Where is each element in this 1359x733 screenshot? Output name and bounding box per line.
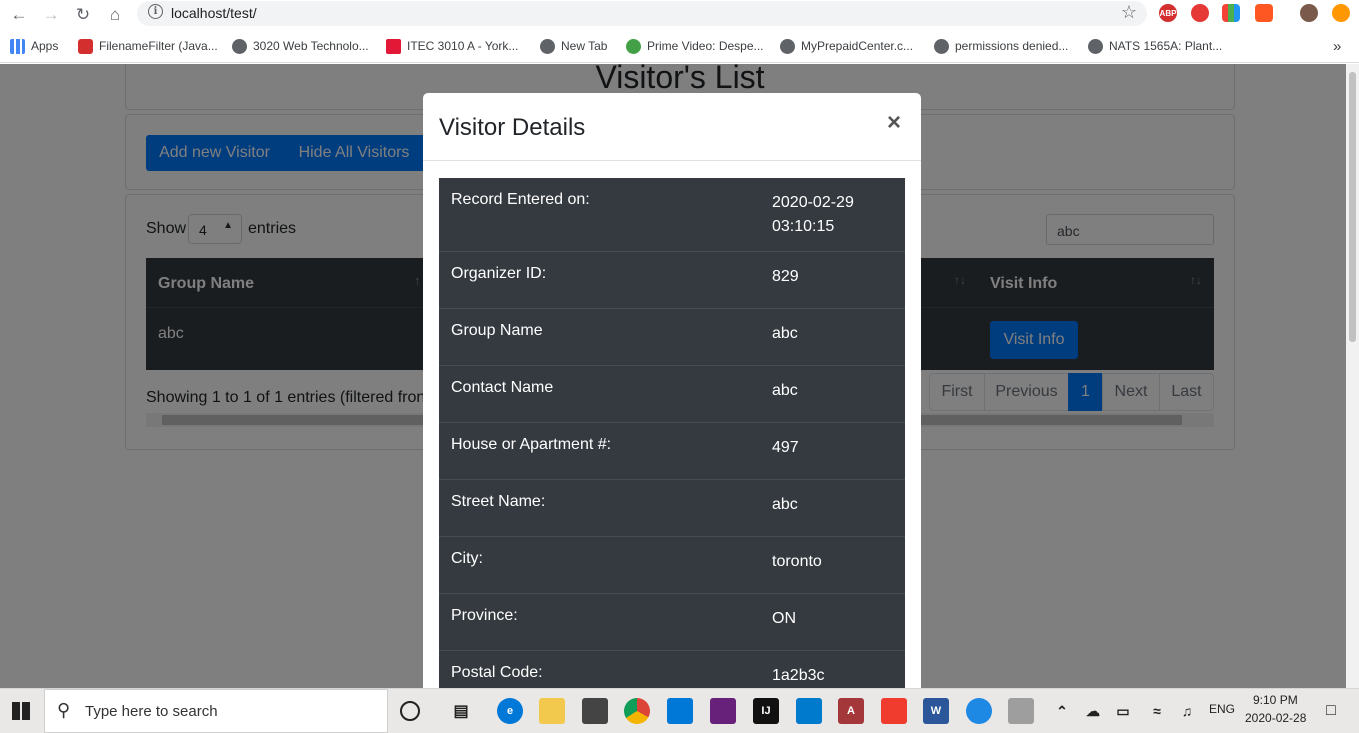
task-view-icon[interactable]: ▤ <box>448 698 474 724</box>
info-icon[interactable]: i <box>148 4 163 19</box>
profile-avatar[interactable] <box>1300 4 1318 22</box>
word-icon[interactable]: W <box>923 698 949 724</box>
onedrive-icon[interactable]: ☁ <box>1080 698 1106 724</box>
mail-icon[interactable] <box>667 698 693 724</box>
search-icon: ⚲ <box>57 700 71 720</box>
globe-icon <box>780 38 795 54</box>
notifications-icon[interactable]: □ <box>1318 698 1344 724</box>
clock-time[interactable]: 9:10 PM <box>1253 693 1298 707</box>
detail-label: Group Name <box>451 322 543 339</box>
edge-icon[interactable]: e <box>497 698 523 724</box>
detail-label: House or Apartment #: <box>451 436 612 453</box>
globe-icon <box>540 38 555 54</box>
detail-value: toronto <box>772 553 822 570</box>
close-icon[interactable]: × <box>887 109 901 137</box>
forward-icon[interactable]: → <box>40 4 62 26</box>
windows-start-icon[interactable] <box>12 702 30 720</box>
bookmark-item[interactable]: Prime Video: Despe... <box>626 36 764 56</box>
detail-label: Contact Name <box>451 379 554 396</box>
detail-row: Record Entered on: 2020-02-29 03:10:15 <box>439 178 905 251</box>
globe-icon <box>232 38 247 54</box>
palette-extension-icon[interactable] <box>1222 4 1240 22</box>
access-icon[interactable]: A <box>838 698 864 724</box>
address-bar[interactable]: i localhost/test/ ☆ <box>137 1 1147 26</box>
detail-label: Record Entered on: <box>451 191 590 208</box>
zotero-extension-icon[interactable] <box>1255 4 1273 22</box>
detail-row: House or Apartment #: 497 <box>439 422 905 479</box>
vertical-scrollbar[interactable] <box>1346 64 1359 688</box>
detail-label: City: <box>451 550 483 567</box>
browser-toolbar: ← → ↻ ⌂ i localhost/test/ ☆ ABP <box>0 0 1359 29</box>
detail-value: abc <box>772 382 798 399</box>
volume-icon[interactable]: ♫ <box>1174 698 1200 724</box>
bookmark-item[interactable]: New Tab <box>540 36 607 56</box>
chevron-up-icon[interactable]: ⌃ <box>1049 698 1075 724</box>
detail-value: 829 <box>772 268 799 285</box>
play-icon <box>626 38 641 54</box>
detail-label: Postal Code: <box>451 664 543 681</box>
vscode-icon[interactable] <box>796 698 822 724</box>
url-text[interactable]: localhost/test/ <box>171 5 257 21</box>
bookmark-item[interactable]: ITEC 3010 A - York... <box>386 36 518 56</box>
detail-value: abc <box>772 496 798 513</box>
globe-icon <box>1088 38 1103 54</box>
bookmark-star-icon[interactable]: ☆ <box>1121 2 1137 23</box>
update-icon[interactable] <box>1332 4 1350 22</box>
detail-value: ON <box>772 610 796 627</box>
back-icon[interactable]: ← <box>8 4 30 26</box>
bookmarks-bar: Apps FilenameFilter (Java... 3020 Web Te… <box>0 29 1359 63</box>
detail-row: Province: ON <box>439 593 905 650</box>
detail-row: Organizer ID: 829 <box>439 251 905 308</box>
shield-extension-icon[interactable] <box>1191 4 1209 22</box>
language-indicator[interactable]: ENG <box>1209 702 1235 716</box>
detail-value: 2020-02-29 03:10:15 <box>772 194 854 235</box>
detail-label: Province: <box>451 607 518 624</box>
bookmark-item[interactable]: permissions denied... <box>934 36 1068 56</box>
paint-icon[interactable] <box>1008 698 1034 724</box>
git-icon[interactable] <box>881 698 907 724</box>
york-u-icon <box>386 38 401 54</box>
chrome-icon[interactable] <box>624 698 650 724</box>
bookmark-item[interactable]: MyPrepaidCenter.c... <box>780 36 913 56</box>
globe-icon <box>934 38 949 54</box>
visitor-details-modal: Visitor Details × Record Entered on: 2020… <box>423 93 921 688</box>
apps-grid-icon <box>10 38 25 54</box>
app-icon[interactable] <box>966 698 992 724</box>
intellij-icon[interactable]: IJ <box>753 698 779 724</box>
clock-date[interactable]: 2020-02-28 <box>1245 711 1306 725</box>
store-icon[interactable] <box>582 698 608 724</box>
detail-value: 1a2b3c <box>772 667 825 684</box>
detail-label: Street Name: <box>451 493 546 510</box>
detail-row: Postal Code: 1a2b3c <box>439 650 905 688</box>
detail-value: abc <box>772 325 798 342</box>
visual-studio-icon[interactable] <box>710 698 736 724</box>
modal-title: Visitor Details <box>439 114 586 141</box>
bookmark-item[interactable]: FilenameFilter (Java... <box>78 36 218 56</box>
home-icon[interactable]: ⌂ <box>104 4 126 26</box>
detail-row: Group Name abc <box>439 308 905 365</box>
detail-row: City: toronto <box>439 536 905 593</box>
reload-icon[interactable]: ↻ <box>72 4 94 26</box>
more-bookmarks-icon[interactable]: » <box>1333 36 1341 56</box>
detail-row: Contact Name abc <box>439 365 905 422</box>
bookmark-item[interactable]: NATS 1565A: Plant... <box>1088 36 1222 56</box>
bookmark-item[interactable]: 3020 Web Technolo... <box>232 36 369 56</box>
file-explorer-icon[interactable] <box>539 698 565 724</box>
adblock-extension-icon[interactable]: ABP <box>1159 4 1177 22</box>
detail-row: Street Name: abc <box>439 479 905 536</box>
oracle-icon <box>78 38 93 54</box>
windows-taskbar: ⚲ Type here to search ▤ e IJ A W ⌃ ☁ ▭ ≈… <box>0 688 1359 733</box>
bookmark-apps[interactable]: Apps <box>10 36 58 56</box>
page-content: Visitor's List Add new Visitor Hide All … <box>0 64 1359 688</box>
taskbar-search[interactable]: ⚲ Type here to search <box>44 689 388 733</box>
battery-icon[interactable]: ▭ <box>1110 698 1136 724</box>
wifi-icon[interactable]: ≈ <box>1144 698 1170 724</box>
details-table: Record Entered on: 2020-02-29 03:10:15 Or… <box>439 178 905 688</box>
cortana-icon[interactable] <box>400 701 420 721</box>
taskbar-search-placeholder: Type here to search <box>85 703 218 720</box>
detail-label: Organizer ID: <box>451 265 547 282</box>
detail-value: 497 <box>772 439 799 456</box>
modal-header: Visitor Details × <box>423 93 921 161</box>
scrollbar-thumb[interactable] <box>1349 72 1356 342</box>
